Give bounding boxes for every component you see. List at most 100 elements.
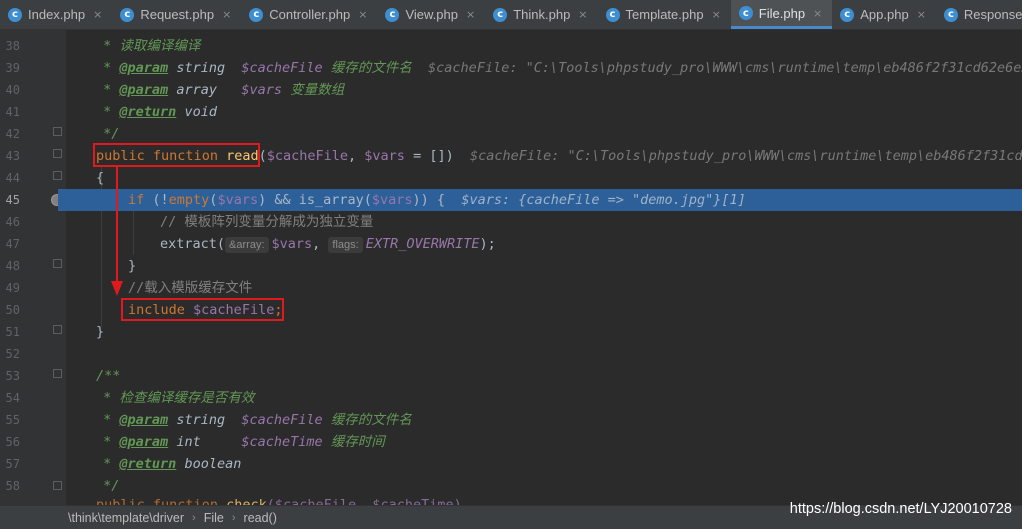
doc-desc: 缓存的文件名 bbox=[330, 60, 412, 76]
line-number: 41 bbox=[5, 105, 20, 119]
code-line-56: * @param int $cacheTime 缓存时间 bbox=[66, 431, 1022, 453]
tab-response-php[interactable]: c Response.php × bbox=[936, 0, 1022, 29]
fold-marker-icon[interactable] bbox=[53, 325, 62, 334]
fold-marker-icon[interactable] bbox=[53, 481, 62, 490]
doc-end: */ bbox=[95, 126, 120, 142]
doc-star: * bbox=[95, 456, 120, 472]
tab-think-php[interactable]: c Think.php × bbox=[485, 0, 597, 29]
brace: } bbox=[128, 258, 137, 274]
var: $vars bbox=[371, 192, 413, 208]
line-number: 49 bbox=[5, 281, 20, 295]
code-line-42: */ bbox=[66, 123, 1022, 145]
php-class-icon: c bbox=[943, 7, 958, 22]
line-number: 43 bbox=[5, 149, 20, 163]
tab-app-php[interactable]: c App.php × bbox=[832, 0, 936, 29]
tab-label: Think.php bbox=[513, 7, 571, 22]
keyword-if: if bbox=[128, 192, 145, 208]
var: $vars bbox=[217, 192, 259, 208]
fold-marker-icon[interactable] bbox=[53, 171, 62, 180]
param-hint: &array: bbox=[225, 237, 269, 253]
doc-tag: @param bbox=[119, 60, 169, 76]
line-number: 56 bbox=[5, 435, 20, 449]
code-line-51: } bbox=[66, 321, 1022, 343]
doc-star: * bbox=[95, 434, 120, 450]
breadcrumb-separator: › bbox=[192, 511, 196, 524]
line-number: 51 bbox=[5, 325, 20, 339]
doc-end: */ bbox=[95, 478, 120, 494]
doc-tag: @param bbox=[119, 82, 169, 98]
line-number: 42 bbox=[5, 127, 20, 141]
doc-var: $cacheTime bbox=[241, 434, 323, 450]
fold-marker-icon[interactable] bbox=[53, 369, 62, 378]
tab-template-php[interactable]: c Template.php × bbox=[598, 0, 731, 29]
function-extract: extract bbox=[160, 236, 217, 252]
tab-label: App.php bbox=[860, 7, 909, 22]
param-var: $vars bbox=[364, 148, 405, 164]
php-class-icon: c bbox=[8, 7, 22, 22]
fold-marker-icon[interactable] bbox=[53, 127, 62, 136]
comma: , bbox=[348, 148, 365, 164]
breadcrumb-method[interactable]: read() bbox=[244, 511, 277, 525]
code-editor[interactable]: 38 39 40 41 42 43 44 45 46 47 48 49 50 5… bbox=[0, 29, 1022, 505]
punct: )) { bbox=[412, 192, 446, 208]
line-number: 52 bbox=[5, 347, 20, 361]
breadcrumb-namespace[interactable]: \think\template\driver bbox=[68, 511, 184, 525]
line-number: 50 bbox=[5, 303, 20, 317]
tab-file-php[interactable]: c File.php × bbox=[730, 0, 833, 29]
close-icon[interactable]: × bbox=[917, 8, 926, 21]
close-icon[interactable]: × bbox=[578, 8, 587, 21]
close-icon[interactable]: × bbox=[358, 8, 367, 21]
line-number: 55 bbox=[5, 413, 20, 427]
code-line-57: * @return boolean bbox=[66, 453, 1022, 475]
tab-index-php[interactable]: c Index.php × bbox=[0, 0, 112, 29]
line-number: 40 bbox=[5, 83, 20, 97]
keyword-public: public bbox=[96, 497, 145, 505]
doc-var: $cacheFile bbox=[241, 412, 323, 428]
brace: } bbox=[96, 324, 105, 340]
tab-view-php[interactable]: c View.php × bbox=[377, 0, 485, 29]
punct: (! bbox=[144, 192, 169, 208]
doc-type: string bbox=[176, 412, 226, 428]
doc-tag: @return bbox=[119, 456, 177, 472]
doc-start: /** bbox=[96, 368, 121, 384]
fold-marker-icon[interactable] bbox=[53, 149, 62, 158]
php-class-icon: c bbox=[493, 7, 508, 22]
var: $vars bbox=[271, 236, 313, 252]
doc-desc: 变量数组 bbox=[290, 82, 345, 98]
tab-controller-php[interactable]: c Controller.php × bbox=[241, 0, 377, 29]
close-icon[interactable]: × bbox=[712, 8, 721, 21]
doc-type: boolean bbox=[184, 456, 242, 472]
breadcrumb-separator: › bbox=[231, 511, 236, 524]
php-class-icon: c bbox=[249, 7, 264, 22]
code-line-49: //载入模版缓存文件 bbox=[66, 277, 1022, 299]
close-icon[interactable]: × bbox=[222, 8, 231, 21]
fold-marker-icon[interactable] bbox=[53, 259, 62, 268]
constant: EXTR_OVERWRITE bbox=[365, 236, 480, 252]
breadcrumb-class[interactable]: File bbox=[204, 511, 224, 525]
param-hint: flags: bbox=[328, 237, 363, 253]
annotation-box-include bbox=[121, 298, 284, 321]
doc-star: * bbox=[95, 412, 120, 428]
close-icon[interactable]: × bbox=[466, 8, 475, 21]
doc-tag: @param bbox=[119, 412, 169, 428]
doc-var: $vars bbox=[241, 82, 282, 98]
line-number-gutter[interactable]: 38 39 40 41 42 43 44 45 46 47 48 49 50 5… bbox=[0, 29, 66, 505]
close-icon[interactable]: × bbox=[813, 7, 822, 20]
doc-desc: 缓存时间 bbox=[330, 434, 385, 450]
doc-star: * bbox=[95, 60, 120, 76]
php-class-icon: c bbox=[605, 7, 620, 22]
line-number: 47 bbox=[5, 237, 20, 251]
editor-tab-bar: c Index.php × c Request.php × c Controll… bbox=[0, 0, 1022, 30]
function-empty: empty bbox=[168, 192, 210, 208]
line-number: 57 bbox=[5, 457, 20, 471]
doc-star: * bbox=[95, 390, 120, 406]
tab-label: Response.php bbox=[963, 7, 1022, 22]
tab-request-php[interactable]: c Request.php × bbox=[112, 0, 241, 29]
comment: //载入模版缓存文件 bbox=[128, 280, 253, 296]
doc-var: $cacheFile bbox=[241, 60, 323, 76]
close-icon[interactable]: × bbox=[93, 8, 102, 21]
watermark: https://blog.csdn.net/LYJ20010728 bbox=[789, 501, 1012, 517]
doc-type: array bbox=[176, 82, 217, 98]
debug-inline-value: $cacheFile: "C:\Tools\phpstudy_pro\WWW\c… bbox=[428, 60, 1022, 76]
brace: { bbox=[96, 170, 105, 186]
